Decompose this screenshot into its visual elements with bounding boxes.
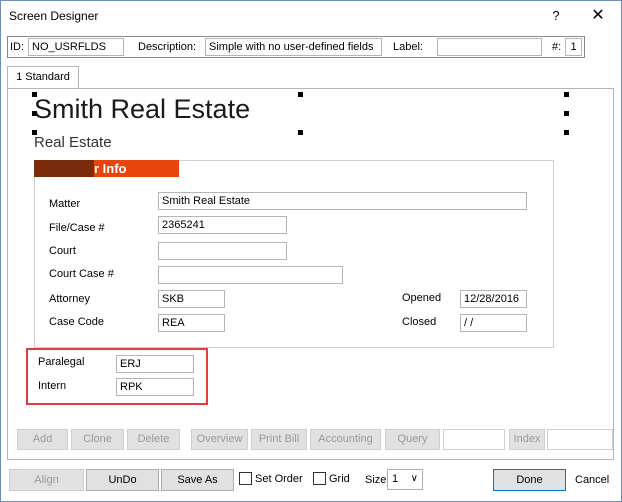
grid-label: Grid	[329, 473, 350, 485]
selection-handle[interactable]	[298, 92, 303, 97]
group-header-dark-band	[34, 160, 94, 177]
paralegal-field[interactable]: ERJ	[116, 355, 194, 373]
cancel-button[interactable]: Cancel	[575, 474, 609, 486]
size-select-value: 1	[392, 473, 399, 485]
id-field[interactable]: NO_USRFLDS	[28, 38, 124, 56]
add-button[interactable]: Add	[17, 429, 68, 450]
description-field[interactable]: Simple with no user-defined fields	[205, 38, 382, 56]
selection-handle[interactable]	[298, 130, 303, 135]
set-order-label: Set Order	[255, 473, 303, 485]
number-label: #:	[552, 41, 562, 53]
form-subtitle[interactable]: Real Estate	[34, 134, 112, 151]
screen-designer-window: Screen Designer ? ✕ ID: NO_USRFLDS Descr…	[0, 0, 622, 502]
selection-handle[interactable]	[564, 92, 569, 97]
clone-button[interactable]: Clone	[71, 429, 124, 450]
paralegal-label: Paralegal	[38, 356, 85, 368]
align-button[interactable]: Align	[9, 469, 84, 491]
done-button[interactable]: Done	[493, 469, 566, 491]
opened-label: Opened	[402, 292, 442, 304]
save-as-button[interactable]: Save As	[161, 469, 234, 491]
undo-button[interactable]: UnDo	[86, 469, 159, 491]
label-label: Label:	[393, 41, 423, 53]
closed-label: Closed	[402, 316, 437, 328]
group-header-text: r Info	[94, 161, 127, 176]
court-case-field[interactable]	[158, 266, 343, 284]
group-header[interactable]: r Info	[34, 160, 179, 177]
matter-field[interactable]: Smith Real Estate	[158, 192, 527, 210]
delete-button[interactable]: Delete	[127, 429, 180, 450]
form-title[interactable]: Smith Real Estate	[34, 94, 250, 125]
description-label: Description:	[138, 41, 197, 53]
title-bar: Screen Designer ? ✕	[1, 1, 621, 31]
selection-handle[interactable]	[564, 130, 569, 135]
attorney-field[interactable]: SKB	[158, 290, 225, 308]
chevron-down-icon: ∨	[410, 473, 418, 484]
closed-field[interactable]: / /	[460, 314, 527, 332]
grid-checkbox[interactable]	[313, 472, 326, 485]
label-field[interactable]	[437, 38, 542, 56]
selection-handle[interactable]	[564, 111, 569, 116]
court-field[interactable]	[158, 242, 287, 260]
case-code-field[interactable]: REA	[158, 314, 225, 332]
intern-label: Intern	[38, 380, 67, 392]
id-label: ID:	[10, 41, 25, 53]
overview-button[interactable]: Overview	[191, 429, 248, 450]
file-case-label: File/Case #	[49, 222, 105, 234]
matter-label: Matter	[49, 198, 81, 210]
size-select[interactable]: 1 ∨	[387, 469, 423, 490]
case-code-label: Case Code	[49, 316, 105, 328]
set-order-checkbox[interactable]	[239, 472, 252, 485]
window-title: Screen Designer	[9, 9, 99, 23]
intern-field[interactable]: RPK	[116, 378, 194, 396]
close-button[interactable]: ✕	[586, 6, 610, 26]
index-field[interactable]	[547, 429, 613, 450]
file-case-field[interactable]: 2365241	[158, 216, 287, 234]
size-label: Size	[365, 474, 387, 486]
attorney-label: Attorney	[49, 293, 90, 305]
query-button[interactable]: Query	[385, 429, 440, 450]
index-button[interactable]: Index	[509, 429, 545, 450]
help-button[interactable]: ?	[546, 6, 566, 26]
court-label: Court	[49, 245, 76, 257]
query-field[interactable]	[443, 429, 505, 450]
number-field[interactable]: 1	[565, 38, 582, 56]
tab-standard-label: 1 Standard	[16, 71, 70, 83]
tab-standard[interactable]: 1 Standard	[7, 66, 79, 89]
court-case-label: Court Case #	[49, 268, 114, 280]
print-bill-button[interactable]: Print Bill	[251, 429, 307, 450]
accounting-button[interactable]: Accounting	[310, 429, 381, 450]
opened-field[interactable]: 12/28/2016	[460, 290, 527, 308]
